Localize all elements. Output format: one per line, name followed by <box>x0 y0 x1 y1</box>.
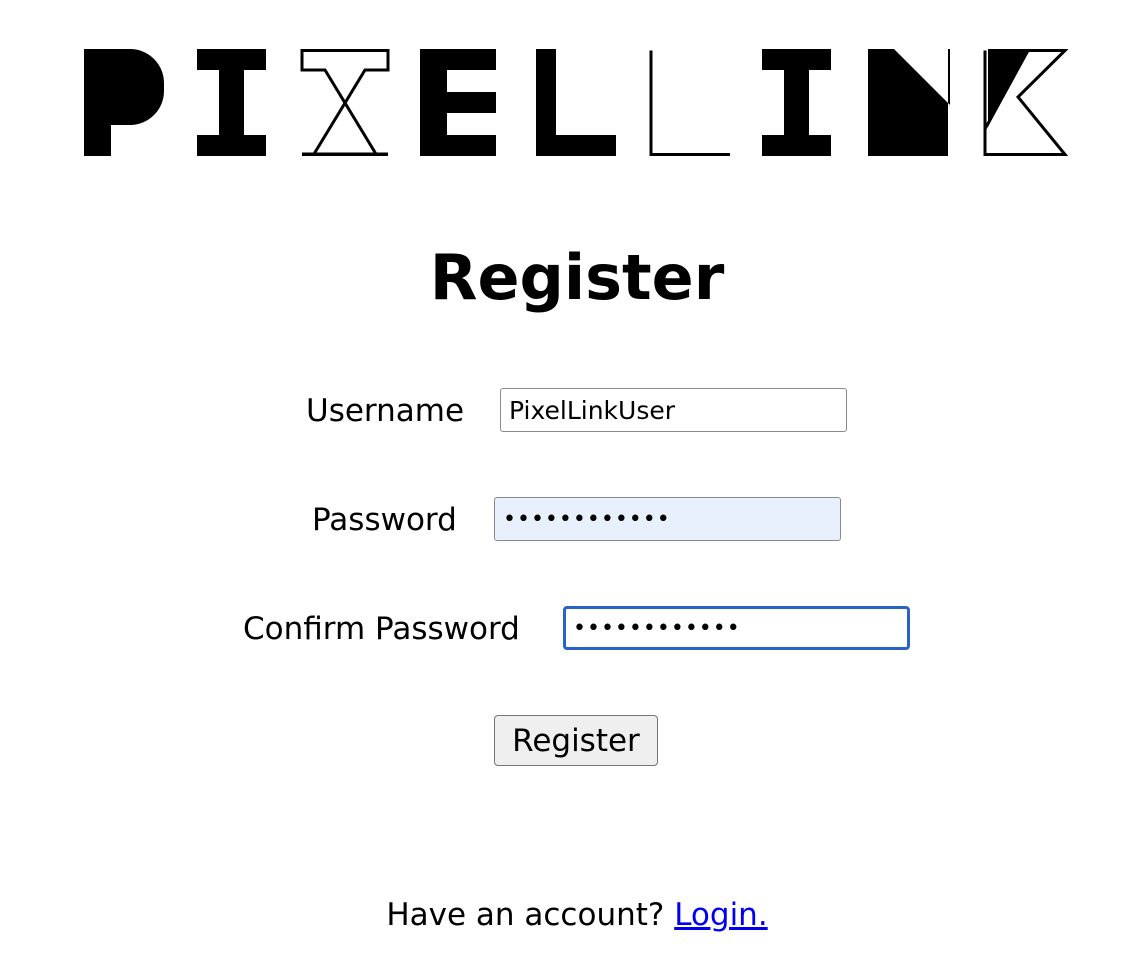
register-page: Register Username Password Confirm Passw… <box>0 0 1144 970</box>
confirm-password-input[interactable] <box>563 606 910 650</box>
username-input[interactable] <box>500 388 847 432</box>
username-label: Username <box>306 393 465 429</box>
logo-letter-i-1 <box>197 49 266 156</box>
login-link[interactable]: Login. <box>674 897 767 933</box>
password-label: Password <box>312 502 457 538</box>
page-title: Register <box>429 241 725 314</box>
logo-letter-x <box>300 49 390 156</box>
confirm-password-label: Confirm Password <box>243 611 520 647</box>
logo-letter-i-2 <box>762 49 831 156</box>
login-prompt: Have an account? Login. <box>0 893 1144 937</box>
logo-letter-p <box>84 49 164 156</box>
logo-letter-e <box>420 49 496 156</box>
password-input[interactable] <box>494 497 841 541</box>
logo-letter-l-2 <box>649 50 730 156</box>
pixellink-logo <box>84 49 1068 156</box>
logo-letter-n <box>868 49 950 156</box>
login-prompt-text: Have an account? <box>386 897 665 933</box>
logo-letter-l-1 <box>536 49 616 156</box>
register-button[interactable]: Register <box>494 715 658 766</box>
